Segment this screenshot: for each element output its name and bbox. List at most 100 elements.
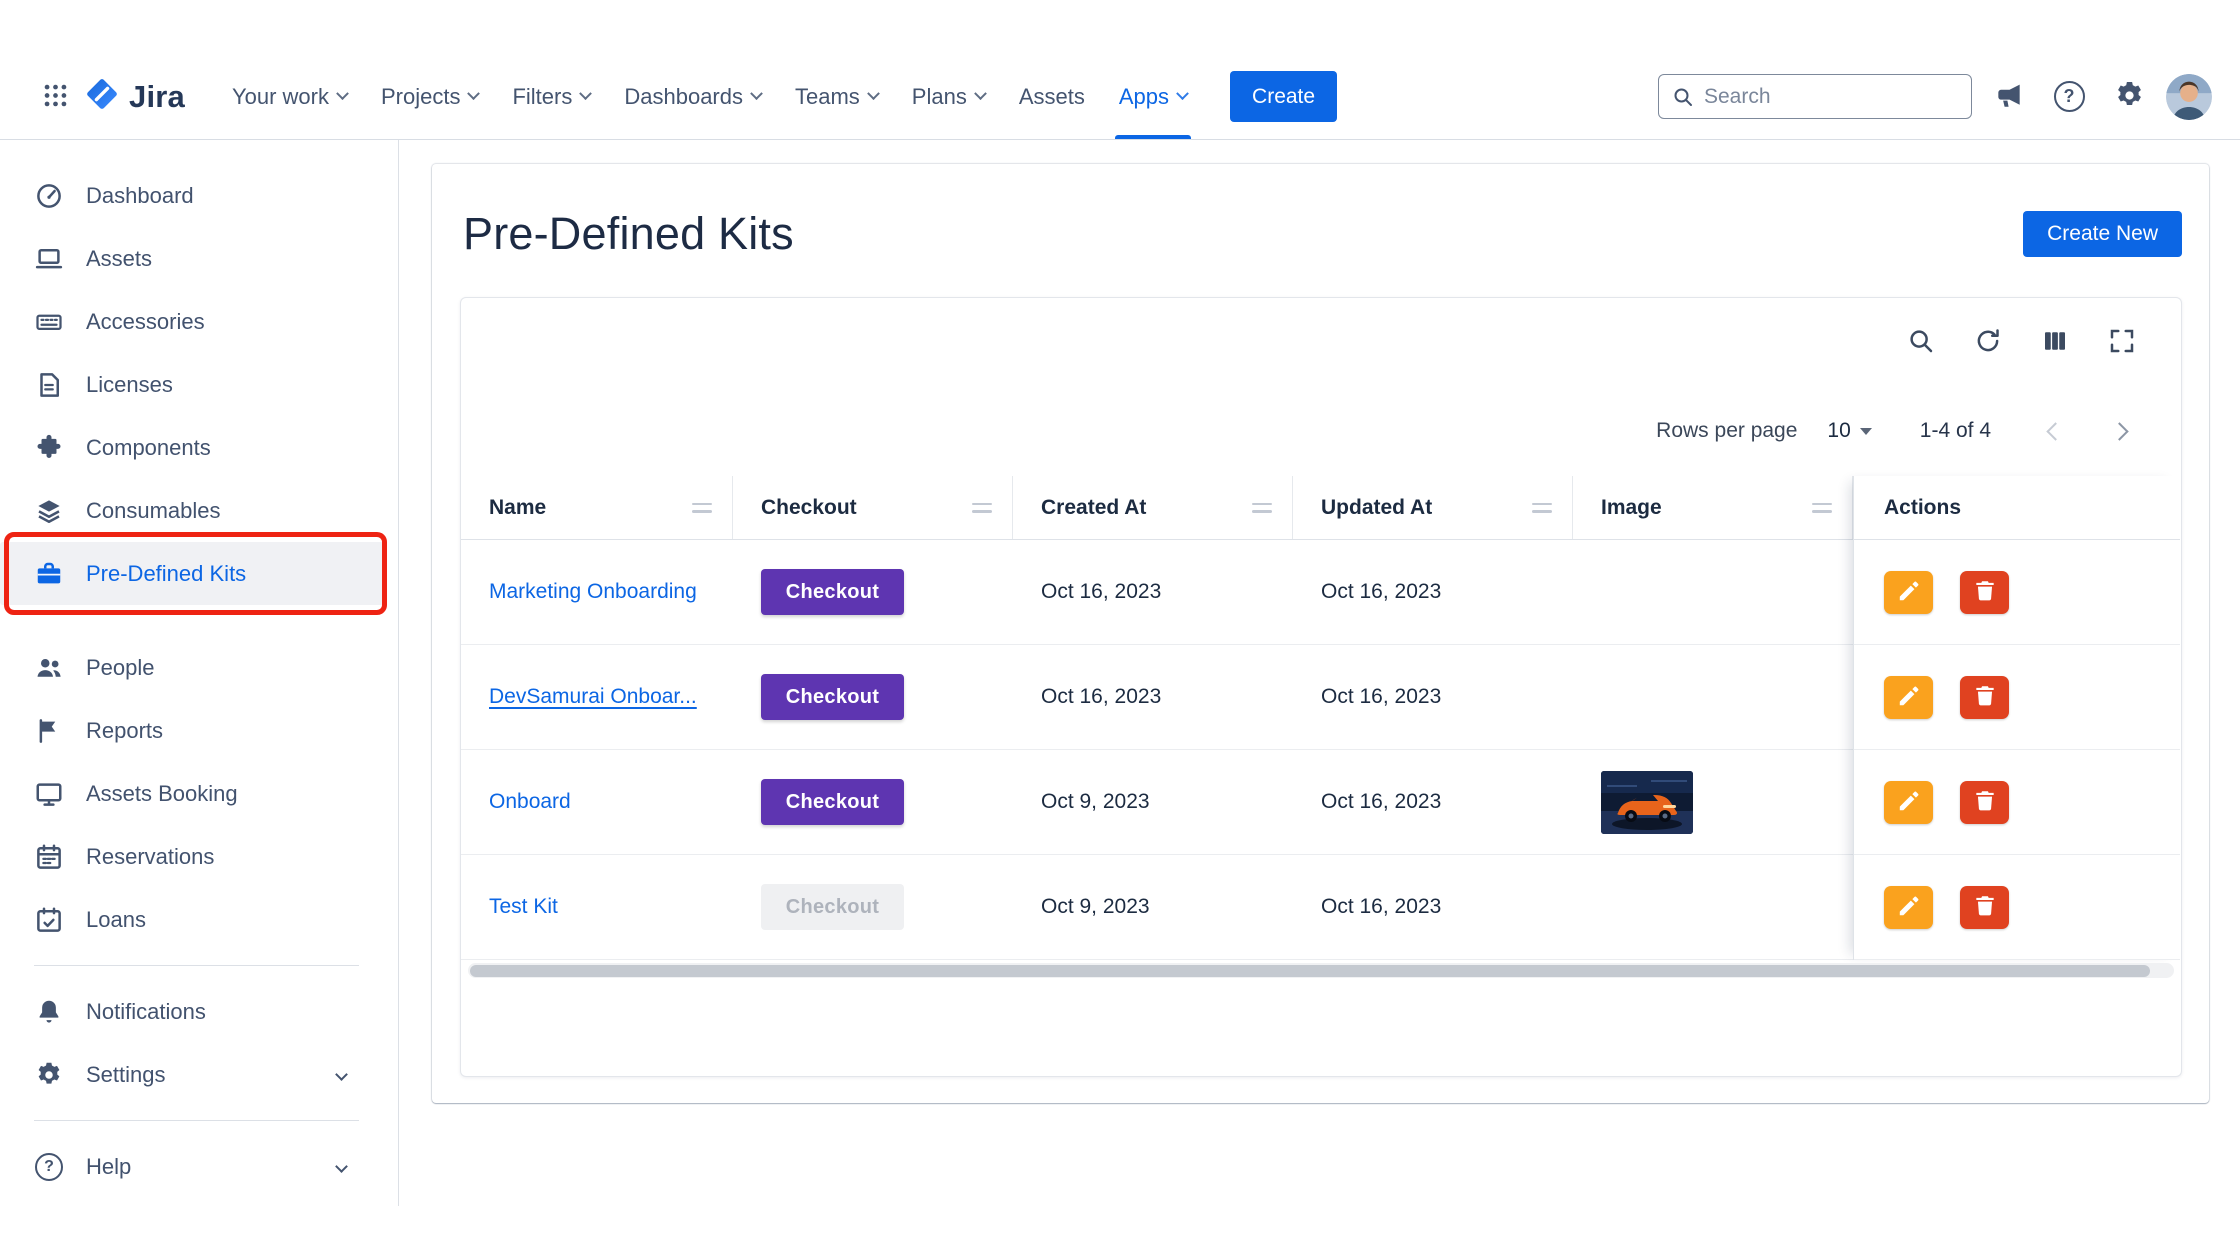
primary-navigation: Your work Projects Filters Dashboards Te… [215, 54, 1204, 139]
column-resize-handle-icon[interactable] [1532, 503, 1552, 513]
delete-button[interactable] [1960, 571, 2009, 614]
jira-logo-text: Jira [129, 79, 185, 115]
user-avatar[interactable] [2166, 74, 2212, 120]
nav-item-apps[interactable]: Apps [1102, 54, 1204, 139]
column-resize-handle-icon[interactable] [692, 503, 712, 513]
sidebar-item-settings[interactable]: Settings [0, 1043, 398, 1106]
sidebar-item-pre-defined-kits[interactable]: Pre-Defined Kits [0, 542, 385, 605]
pagination-next-button[interactable] [2099, 411, 2139, 451]
bottom-margin [0, 1206, 2240, 1259]
pagination-prev-button[interactable] [2035, 411, 2075, 451]
sidebar-item-assets-booking[interactable]: Assets Booking [0, 762, 398, 825]
checkout-button[interactable]: Checkout [761, 779, 904, 825]
column-header-actions: Actions [1854, 476, 2180, 540]
chevron-down-icon [750, 87, 763, 100]
actions-cell [1854, 645, 2180, 750]
edit-button[interactable] [1884, 571, 1933, 614]
column-resize-handle-icon[interactable] [972, 503, 992, 513]
document-icon [34, 370, 64, 400]
sidebar-item-licenses[interactable]: Licenses [0, 353, 398, 416]
sidebar-item-accessories[interactable]: Accessories [0, 290, 398, 353]
kit-name-link[interactable]: Test Kit [489, 895, 558, 919]
calendar-check-icon [34, 905, 64, 935]
sidebar-item-people[interactable]: People [0, 636, 398, 699]
grid-fullscreen-button[interactable] [2105, 325, 2139, 359]
edit-button[interactable] [1884, 886, 1933, 929]
nav-item-projects[interactable]: Projects [364, 54, 495, 139]
columns-icon [2040, 326, 2070, 359]
edit-button[interactable] [1884, 676, 1933, 719]
column-resize-handle-icon[interactable] [1812, 503, 1832, 513]
sidebar-item-label: Consumables [86, 498, 221, 524]
jira-logo-icon [84, 76, 120, 117]
kit-image-thumbnail[interactable] [1601, 771, 1693, 834]
chevron-down-icon [1176, 87, 1189, 100]
search-input[interactable] [1704, 85, 1959, 109]
delete-button[interactable] [1960, 781, 2009, 824]
sidebar-item-label: Settings [86, 1062, 166, 1088]
nav-item-dashboards[interactable]: Dashboards [607, 54, 778, 139]
sidebar-item-assets[interactable]: Assets [0, 227, 398, 290]
nav-item-filters[interactable]: Filters [495, 54, 607, 139]
sidebar-item-reservations[interactable]: Reservations [0, 825, 398, 888]
grid-columns-button[interactable] [2038, 325, 2072, 359]
name-cell: Test Kit [461, 855, 733, 959]
actions-cell [1854, 540, 2180, 645]
sidebar-item-notifications[interactable]: Notifications [0, 980, 398, 1043]
top-navigation-bar: Jira Your work Projects Filters Dashboar… [0, 54, 2240, 140]
kit-name-link[interactable]: Onboard [489, 790, 571, 814]
column-header-updated-at: Updated At [1293, 476, 1573, 539]
sidebar-divider [34, 1120, 359, 1121]
kit-name-link[interactable]: Marketing Onboarding [489, 580, 697, 604]
nav-item-assets[interactable]: Assets [1002, 54, 1102, 139]
table-row: DevSamurai Onboar... Checkout Oct 16, 20… [461, 645, 1853, 750]
help-button[interactable]: ? [2046, 74, 2092, 120]
horizontal-scrollbar[interactable] [470, 965, 2150, 977]
pencil-icon [1896, 578, 1922, 607]
kit-name-link[interactable]: DevSamurai Onboar... [489, 685, 697, 709]
settings-button[interactable] [2106, 74, 2152, 120]
bell-icon [34, 997, 64, 1027]
sidebar-item-components[interactable]: Components [0, 416, 398, 479]
horizontal-scrollbar-track [468, 963, 2174, 978]
create-button[interactable]: Create [1230, 71, 1337, 122]
sidebar-item-dashboard[interactable]: Dashboard [0, 164, 398, 227]
nav-item-plans[interactable]: Plans [895, 54, 1002, 139]
sidebar: Dashboard Assets Accessories Licenses Co… [0, 140, 399, 1206]
jira-logo[interactable]: Jira [84, 76, 185, 117]
checkout-cell: Checkout [733, 540, 1013, 644]
pencil-icon [1896, 788, 1922, 817]
sidebar-item-loans[interactable]: Loans [0, 888, 398, 951]
image-cell [1573, 540, 1853, 644]
gear-icon [34, 1060, 64, 1090]
sidebar-item-reports[interactable]: Reports [0, 699, 398, 762]
checkout-button[interactable]: Checkout [761, 569, 904, 615]
grid-refresh-button[interactable] [1971, 325, 2005, 359]
nav-item-your-work[interactable]: Your work [215, 54, 364, 139]
create-new-button[interactable]: Create New [2023, 211, 2182, 257]
edit-button[interactable] [1884, 781, 1933, 824]
sidebar-item-label: Reports [86, 718, 163, 744]
trash-icon [1972, 578, 1998, 607]
checkout-cell: Checkout [733, 750, 1013, 854]
grid-search-button[interactable] [1904, 325, 1938, 359]
sidebar-item-help[interactable]: ? Help [0, 1135, 398, 1198]
grid-header-row: Name Checkout Created At Updated At Imag… [461, 476, 1853, 540]
delete-button[interactable] [1960, 886, 2009, 929]
sidebar-divider [34, 965, 359, 966]
column-resize-handle-icon[interactable] [1252, 503, 1272, 513]
sidebar-item-label: Assets [86, 246, 152, 272]
kits-table-card: Rows per page 10 1-4 of 4 Name Checkout [460, 297, 2182, 1077]
sidebar-item-consumables[interactable]: Consumables [0, 479, 398, 542]
app-switcher-button[interactable] [34, 76, 76, 118]
layers-icon [34, 496, 64, 526]
content-card: Pre-Defined Kits Create New Rows per pag… [432, 164, 2209, 1103]
rows-per-page-select[interactable]: 10 [1827, 419, 1871, 443]
checkout-button[interactable]: Checkout [761, 674, 904, 720]
image-cell [1573, 855, 1853, 959]
search-icon [1906, 326, 1936, 359]
delete-button[interactable] [1960, 676, 2009, 719]
nav-item-teams[interactable]: Teams [778, 54, 895, 139]
image-cell [1573, 645, 1853, 749]
announcements-button[interactable] [1986, 74, 2032, 120]
